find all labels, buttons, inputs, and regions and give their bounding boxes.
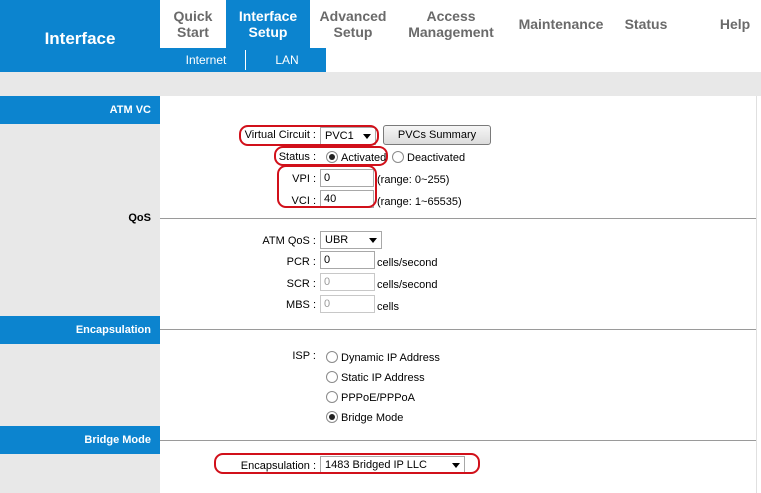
page-title: Interface [44,29,116,48]
vci-range: (range: 1~65535) [377,196,462,208]
right-border [756,96,757,493]
highlight-vpi-vci [277,165,377,208]
tab-help[interactable]: Help [710,0,760,48]
scr-input[interactable]: 0 [320,273,375,291]
divider-bridge-mode [160,440,756,441]
pcr-input[interactable]: 0 [320,251,375,269]
pcr-label: PCR : [286,256,316,268]
highlight-status [274,146,388,166]
mbs-label: MBS : [286,299,316,311]
tab-quick-start-label: Quick Start [173,8,213,40]
status-deactivated-label: Deactivated [407,152,466,164]
scr-unit: cells/second [377,279,438,291]
isp-dynamic-ip-label: Dynamic IP Address [341,352,440,364]
isp-bridge-mode-radio[interactable] [326,411,338,423]
tab-access-management-label: Access Management [408,8,494,40]
mbs-input[interactable]: 0 [320,295,375,313]
tab-maintenance[interactable]: Maintenance [512,0,610,48]
divider-encapsulation [160,329,756,330]
tab-advanced-setup-label: Advanced Setup [319,8,387,40]
highlight-virtual-circuit [239,125,379,146]
tab-interface-setup[interactable]: Interface Setup [226,0,310,48]
section-qos: QoS [128,212,151,224]
highlight-encapsulation [214,453,480,474]
section-bridge-mode: Bridge Mode [0,426,160,454]
isp-bridge-mode-label: Bridge Mode [341,412,404,424]
section-encapsulation: Encapsulation [0,316,160,344]
page-header-title-panel: Interface [0,0,160,72]
vpi-range: (range: 0~255) [377,174,450,186]
tab-status-label: Status [624,16,668,32]
isp-static-ip-radio[interactable] [326,371,338,383]
tab-quick-start[interactable]: Quick Start [160,0,226,48]
mbs-unit: cells [377,301,400,313]
isp-label: ISP : [292,350,316,362]
scr-label: SCR : [286,278,316,290]
pvcs-summary-button[interactable]: PVCs Summary [383,125,491,145]
tab-access-management[interactable]: Access Management [396,0,506,48]
isp-dynamic-ip-radio[interactable] [326,351,338,363]
pcr-unit: cells/second [377,257,438,269]
top-nav: Quick Start Interface Setup Advanced Set… [160,0,761,48]
subtab-lan[interactable]: LAN [252,48,322,72]
atm-qos-label: ATM QoS : [262,235,316,247]
subtab-divider [245,50,246,70]
divider-qos [160,218,756,219]
sub-nav-blank [326,48,761,72]
tab-maintenance-label: Maintenance [518,16,604,32]
tab-help-label: Help [719,16,751,32]
atm-qos-value: UBR [325,234,349,246]
subtab-internet[interactable]: Internet [172,48,240,72]
tab-advanced-setup[interactable]: Advanced Setup [310,0,396,48]
tab-interface-setup-label: Interface Setup [238,8,298,40]
status-deactivated-radio[interactable] [392,151,404,163]
isp-pppoe-radio[interactable] [326,391,338,403]
sub-nav: Internet LAN [160,48,761,72]
tab-status[interactable]: Status [616,0,676,48]
atm-qos-select[interactable]: UBR [320,231,382,249]
section-atm-vc: ATM VC [0,96,160,124]
chevron-down-icon [369,238,377,243]
isp-static-ip-label: Static IP Address [341,372,425,384]
isp-pppoe-label: PPPoE/PPPoA [341,392,415,404]
